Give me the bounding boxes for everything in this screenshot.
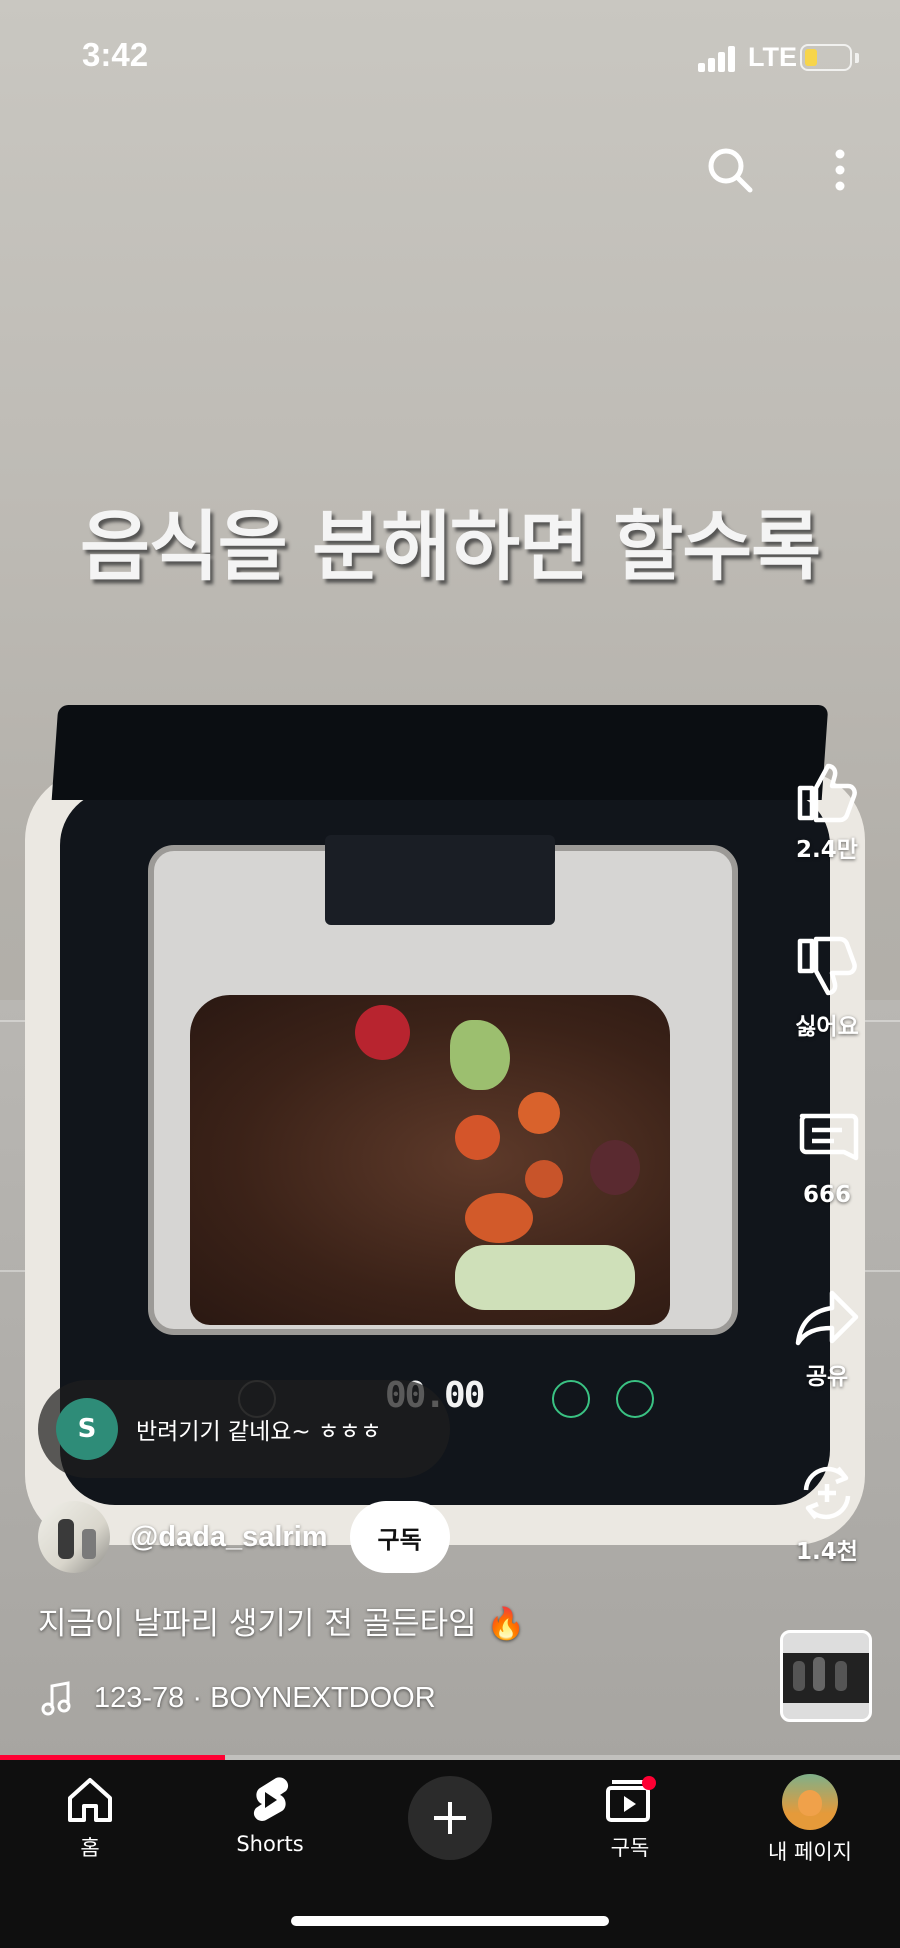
- video-caption: 음식을 분해하면 할수록: [79, 502, 821, 591]
- music-note-icon: [41, 1681, 71, 1716]
- profile-avatar: [782, 1774, 838, 1830]
- device-hinge: [325, 835, 555, 925]
- subscribe-button[interactable]: 구독: [349, 1501, 450, 1573]
- dislike-button[interactable]: 싫어요: [782, 935, 872, 1041]
- nav-label: 내 페이지: [768, 1840, 852, 1864]
- more-options-button[interactable]: [810, 140, 870, 200]
- remix-count: 1.4천: [796, 1539, 858, 1565]
- comments-button[interactable]: 666: [782, 1110, 872, 1208]
- channel-row: @dada_salrim 구독: [38, 1501, 450, 1573]
- create-button[interactable]: [408, 1776, 492, 1860]
- thumbs-down-icon: [797, 936, 857, 996]
- channel-handle[interactable]: @dada_salrim: [130, 1521, 328, 1554]
- subscriptions-icon: [606, 1776, 656, 1822]
- comment-icon: [799, 1113, 859, 1161]
- share-label: 공유: [805, 1364, 849, 1390]
- search-icon: [708, 148, 753, 193]
- home-icon: [68, 1778, 112, 1822]
- thumbs-up-icon: [797, 763, 857, 823]
- comment-preview[interactable]: S 반려기기 같네요~ ㅎㅎㅎ: [38, 1380, 450, 1478]
- comment-count: 666: [802, 1182, 851, 1208]
- nav-shorts[interactable]: Shorts: [200, 1774, 340, 1856]
- video-player[interactable]: 00.00 음식을 분해하면 할수록: [0, 0, 900, 1760]
- cabbage-leaf: [455, 1245, 635, 1310]
- music-row[interactable]: 123-78 · BOYNEXTDOOR: [40, 1680, 436, 1716]
- like-button[interactable]: 2.4만: [782, 758, 872, 864]
- nav-subscriptions[interactable]: 구독: [560, 1774, 700, 1862]
- shorts-icon: [253, 1777, 289, 1821]
- network-label: LTE: [748, 42, 797, 72]
- status-time: 3:42: [82, 36, 149, 73]
- device-lid: [51, 705, 829, 800]
- carrot-slice: [455, 1115, 500, 1160]
- status-bar: 3:42 LTE: [0, 0, 900, 110]
- home-indicator: [291, 1916, 609, 1926]
- carrot-slice: [518, 1092, 560, 1134]
- notification-dot: [642, 1776, 656, 1790]
- carrot-slice: [525, 1160, 563, 1198]
- nav-label: Shorts: [236, 1832, 304, 1856]
- carrot-slice: [465, 1193, 533, 1243]
- music-track: 123-78 · BOYNEXTDOOR: [94, 1681, 436, 1714]
- comment-avatar: S: [56, 1398, 118, 1460]
- share-button[interactable]: 공유: [782, 1285, 872, 1391]
- nav-label: 구독: [610, 1836, 650, 1860]
- remix-button[interactable]: 1.4천: [782, 1460, 872, 1566]
- battery-icon: [800, 44, 852, 71]
- comment-text: 반려기기 같네요~ ㅎㅎㅎ: [136, 1419, 382, 1445]
- nav-my-page[interactable]: 내 페이지: [740, 1774, 880, 1866]
- dislike-label: 싫어요: [795, 1014, 859, 1040]
- share-icon: [795, 1290, 859, 1346]
- panel-heat-icon: [552, 1380, 590, 1418]
- plus-icon: [434, 1802, 466, 1834]
- nav-home[interactable]: 홈: [20, 1774, 160, 1862]
- album-thumbnail[interactable]: [780, 1630, 872, 1722]
- remix-icon: [803, 1466, 851, 1520]
- search-button[interactable]: [700, 140, 760, 200]
- nav-label: 홈: [80, 1836, 100, 1860]
- like-count: 2.4만: [796, 837, 858, 863]
- more-vertical-icon: [835, 149, 845, 191]
- tomato: [355, 1005, 410, 1060]
- radish: [590, 1140, 640, 1195]
- video-title[interactable]: 지금이 날파리 생기기 전 골든타임 🔥: [38, 1598, 525, 1643]
- signal-icon: [698, 44, 742, 72]
- channel-avatar[interactable]: [38, 1501, 110, 1573]
- panel-mode-icon: [616, 1380, 654, 1418]
